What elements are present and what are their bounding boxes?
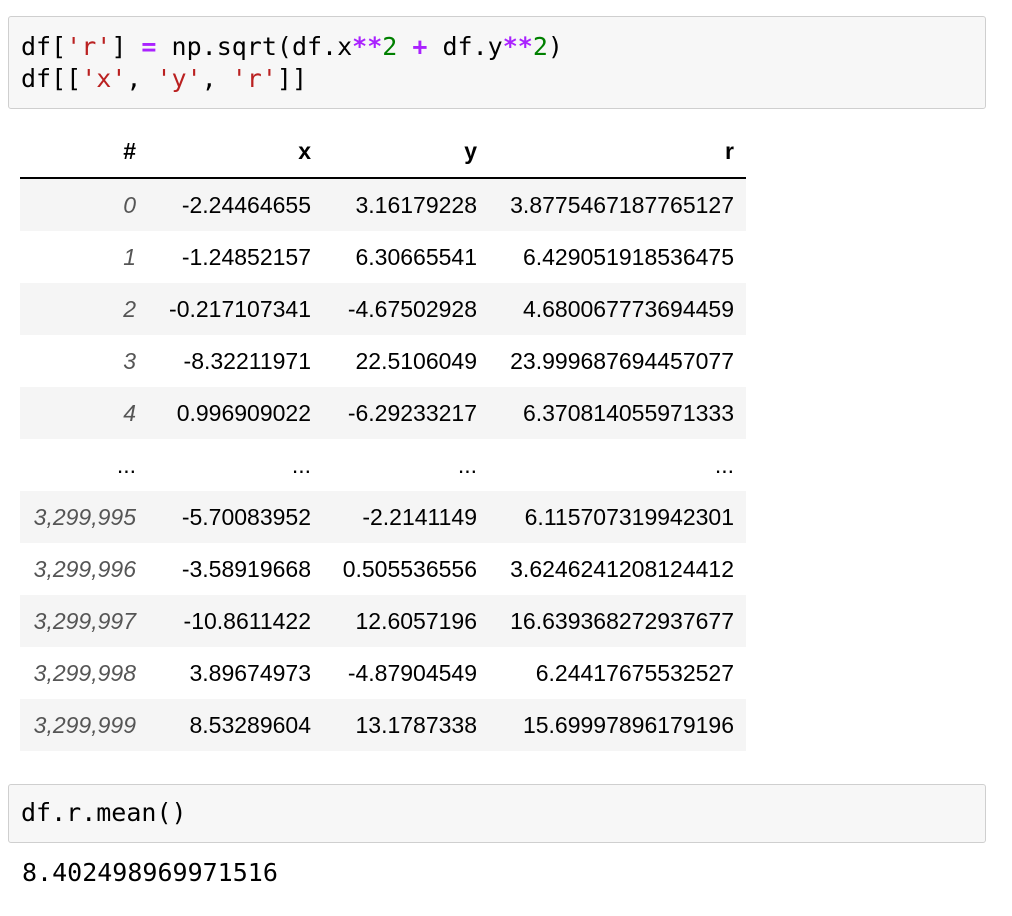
cell-index: 1 — [123, 243, 136, 270]
header-r: r — [489, 126, 746, 179]
cell-index: 4 — [20, 387, 148, 439]
code-token: + — [412, 32, 428, 61]
cell-r: 23.999687694457077 — [510, 347, 734, 374]
cell-y: -4.67502928 — [323, 283, 489, 335]
header-x: x — [148, 126, 323, 179]
code-token: ]] — [276, 64, 308, 93]
cell-r: 3.6246241208124412 — [510, 555, 734, 582]
code-token: df[[ — [21, 64, 82, 93]
code-line-1: df['r'] = np.sqrt(df.x**2 + df.y**2) — [21, 31, 985, 63]
cell-r: 6.115707319942301 — [489, 491, 746, 543]
code-token: 2 — [532, 32, 548, 61]
header-y: y — [323, 126, 489, 179]
code-cell-input-1[interactable]: df['r'] = np.sqrt(df.x**2 + df.y**2) df[… — [8, 16, 986, 109]
cell-index: 3 — [123, 347, 136, 374]
table-row-ellipsis: ............ — [20, 439, 746, 491]
code-token: ) — [547, 32, 563, 61]
cell-r: 3.8775467187765127 — [489, 178, 746, 231]
table-row: 3 -8.32211971 22.5106049 23.999687694457077 — [20, 335, 746, 387]
cell-y: -6.29233217 — [323, 387, 489, 439]
table-row: 1 -1.24852157 6.30665541 6.429051918536475 — [20, 231, 746, 283]
code-token: = — [141, 32, 157, 61]
cell-r: ... — [714, 451, 734, 478]
cell-y: 13.1787338 — [323, 699, 489, 751]
cell-y: 6.30665541 — [355, 243, 477, 270]
cell-y: 0.505536556 — [342, 555, 477, 582]
code-token: np.sqrt(df.x — [156, 32, 353, 61]
cell-y: ... — [457, 451, 477, 478]
code-token: , — [126, 64, 157, 93]
code-token: 'x' — [81, 64, 127, 93]
code-line: df.r.mean() — [21, 798, 187, 827]
code-token: 'y' — [156, 64, 202, 93]
table-row: 3,299,998 3.89674973 -4.87904549 6.24417675… — [20, 647, 746, 699]
cell-x: -0.217107341 — [148, 283, 323, 335]
cell-x: -5.70083952 — [148, 491, 323, 543]
cell-x: 0.996909022 — [148, 387, 323, 439]
code-cell-input-2[interactable]: df.r.mean() — [8, 784, 986, 843]
code-token: 'r' — [231, 64, 277, 93]
code-token: df[ — [21, 32, 67, 61]
cell-r: 4.680067773694459 — [489, 283, 746, 335]
cell-x: ... — [291, 451, 311, 478]
code-token: ** — [502, 32, 533, 61]
cell-output-value: 8.402498969971516 — [22, 858, 278, 887]
code-token: , — [201, 64, 232, 93]
code-line-2: df[['x', 'y', 'r']] — [21, 63, 985, 95]
cell-index: 2 — [20, 283, 148, 335]
header-index: # — [20, 126, 148, 179]
dataframe-output-table: # x y r 0 -2.24464655 3.16179228 3.87754671… — [20, 126, 746, 751]
cell-r: 6.370814055971333 — [489, 387, 746, 439]
cell-y: 22.5106049 — [355, 347, 477, 374]
cell-y: 3.16179228 — [323, 178, 489, 231]
cell-y: -2.2141149 — [323, 491, 489, 543]
cell-x: 8.53289604 — [148, 699, 323, 751]
code-token: 2 — [382, 32, 398, 61]
cell-x: 3.89674973 — [189, 659, 311, 686]
cell-r: 16.639368272937677 — [489, 595, 746, 647]
cell-index: 3,299,998 — [33, 659, 136, 686]
cell-r: 6.24417675532527 — [535, 659, 734, 686]
cell-index: ... — [116, 451, 136, 478]
cell-index: 3,299,995 — [20, 491, 148, 543]
table-row: 4 0.996909022 -6.29233217 6.370814055971333 — [20, 387, 746, 439]
table-row: 3,299,997 -10.8611422 12.6057196 16.6393682… — [20, 595, 746, 647]
table-row: 3,299,999 8.53289604 13.1787338 15.69997896… — [20, 699, 746, 751]
code-token: 'r' — [66, 32, 112, 61]
cell-x: -8.32211971 — [183, 347, 311, 374]
table-header-row: # x y r — [20, 126, 746, 179]
table-row: 0 -2.24464655 3.16179228 3.8775467187765127 — [20, 178, 746, 231]
cell-index: 3,299,996 — [33, 555, 136, 582]
table-row: 3,299,995 -5.70083952 -2.2141149 6.11570731… — [20, 491, 746, 543]
cell-index: 3,299,999 — [20, 699, 148, 751]
cell-x: -3.58919668 — [181, 555, 311, 582]
code-token: df.y — [427, 32, 503, 61]
cell-x: -2.24464655 — [148, 178, 323, 231]
code-token: ] — [111, 32, 142, 61]
cell-r: 15.69997896179196 — [489, 699, 746, 751]
cell-index: 0 — [20, 178, 148, 231]
cell-x: -10.8611422 — [148, 595, 323, 647]
cell-index: 3,299,997 — [20, 595, 148, 647]
table-row: 2 -0.217107341 -4.67502928 4.68006777369445… — [20, 283, 746, 335]
cell-y: 12.6057196 — [323, 595, 489, 647]
cell-r: 6.429051918536475 — [522, 243, 734, 270]
table-row: 3,299,996 -3.58919668 0.505536556 3.6246241… — [20, 543, 746, 595]
code-token: ** — [352, 32, 383, 61]
cell-y: -4.87904549 — [347, 659, 477, 686]
cell-x: -1.24852157 — [181, 243, 311, 270]
